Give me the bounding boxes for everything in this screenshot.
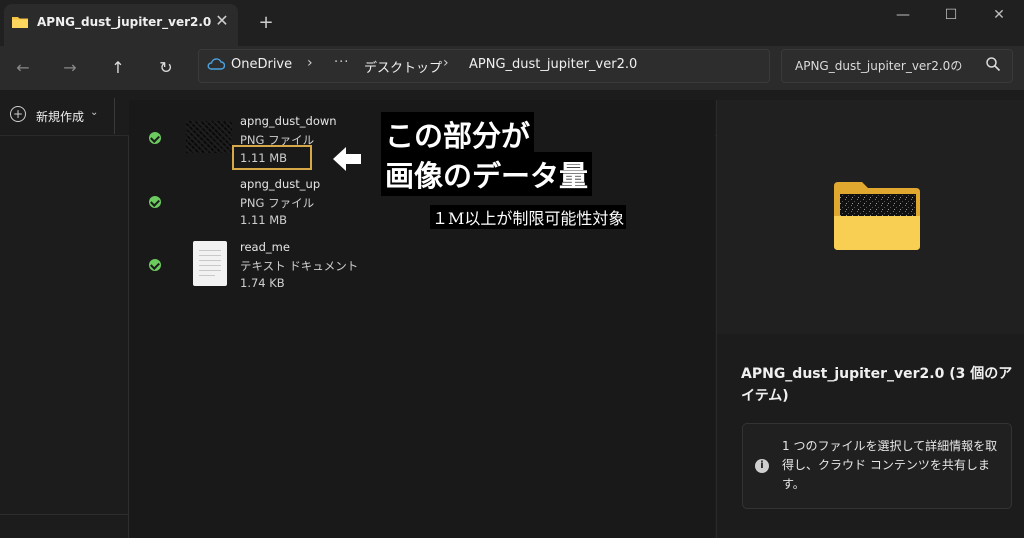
forward-button[interactable]: → (55, 55, 85, 81)
file-type: テキスト ドキュメント (240, 259, 359, 273)
refresh-button[interactable]: ↻ (151, 55, 181, 81)
info-icon: i (755, 459, 769, 473)
sync-status-icon (149, 196, 161, 208)
back-button[interactable]: ← (8, 55, 38, 81)
file-size: 1.11 MB (240, 213, 288, 227)
navigation-pane-divider (0, 514, 128, 515)
sync-status-icon (149, 259, 161, 271)
text-document-icon[interactable] (193, 241, 227, 286)
breadcrumb-separator[interactable]: › (307, 55, 313, 71)
breadcrumb-separator[interactable]: › (443, 55, 449, 71)
breadcrumb-more-button[interactable]: ··· (334, 55, 349, 70)
navigation-pane (0, 136, 129, 538)
chevron-down-icon[interactable]: ⌄ (90, 107, 98, 118)
new-tab-button[interactable]: + (256, 13, 276, 33)
new-button[interactable]: 新規作成 (36, 108, 84, 125)
plus-circle-icon[interactable]: + (10, 106, 26, 122)
file-name[interactable]: apng_dust_down (240, 114, 337, 128)
folder-icon (12, 17, 28, 28)
tab-title: APNG_dust_jupiter_ver2.0 (37, 15, 212, 29)
minimize-button[interactable]: — (883, 4, 923, 28)
breadcrumb-desktop[interactable]: デスクトップ (364, 57, 442, 76)
breadcrumb-current-folder[interactable]: APNG_dust_jupiter_ver2.0 (469, 57, 637, 72)
annotation-line-2: 画像のデータ量 (381, 152, 593, 196)
file-name[interactable]: apng_dust_up (240, 177, 320, 191)
info-text: 1 つのファイルを選択して詳細情報を取得し、クラウド コンテンツを共有します。 (782, 439, 998, 491)
search-icon[interactable] (985, 56, 1001, 72)
breadcrumb-onedrive[interactable]: OneDrive (231, 57, 292, 72)
arrow-left-icon (333, 147, 361, 171)
annotation-note: １M以上が制限可能性対象 (430, 205, 627, 229)
close-window-button[interactable]: ✕ (979, 4, 1019, 28)
cloud-icon (207, 58, 225, 70)
maximize-button[interactable]: ☐ (931, 4, 971, 28)
sync-status-icon (149, 132, 161, 144)
file-name[interactable]: read_me (240, 240, 290, 254)
annotation-line-1: この部分が (381, 112, 535, 156)
details-title: APNG_dust_jupiter_ver2.0 (3 個のアイテム) (741, 366, 1013, 404)
highlight-box (232, 145, 312, 170)
toolbar-divider (114, 98, 115, 134)
close-tab-icon[interactable]: ✕ (212, 11, 232, 31)
folder-icon (834, 182, 920, 250)
file-size: 1.74 KB (240, 276, 285, 290)
search-input[interactable]: APNG_dust_jupiter_ver2.0の (795, 57, 962, 74)
image-thumbnail[interactable] (186, 121, 232, 153)
up-button[interactable]: ↑ (103, 55, 133, 81)
file-type: PNG ファイル (240, 196, 315, 210)
